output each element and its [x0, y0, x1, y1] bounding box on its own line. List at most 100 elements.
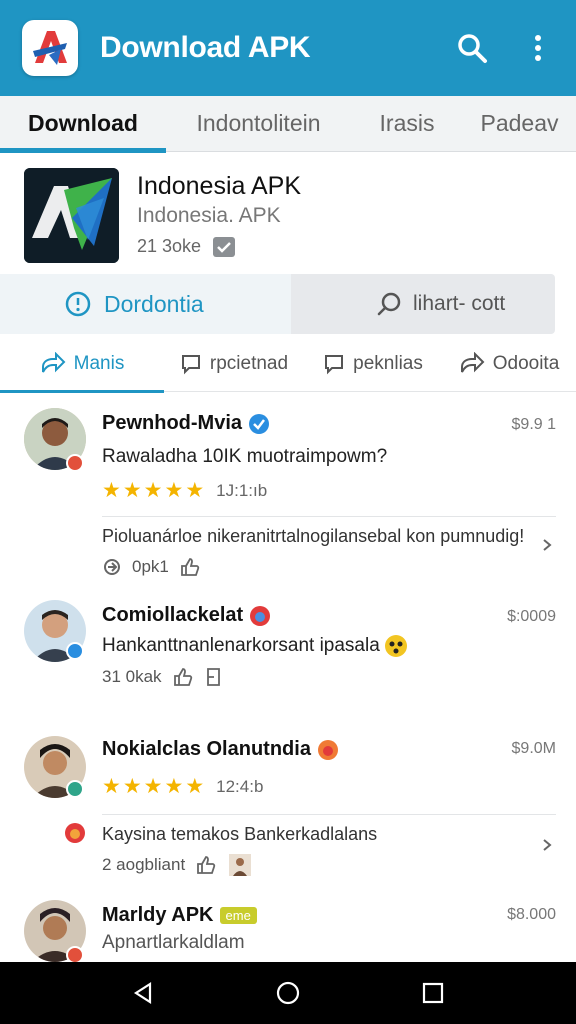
- app-header: Indonesia APK Indonesia. APK 21 3oke: [0, 152, 576, 274]
- reviewer-name-text: Nokialclas Olanutndia: [102, 738, 311, 760]
- review-date: $9.9 1: [511, 416, 556, 433]
- star-icon: ★: [102, 775, 121, 798]
- secondary-action-button[interactable]: lihart‑‎‎ ⁠‎‎‎‎‎‎cott: [291, 274, 555, 334]
- review-meta: 31 0kak: [102, 667, 162, 686]
- back-triangle-icon[interactable]: [123, 973, 163, 1013]
- reviewer-badge: eme: [219, 907, 257, 924]
- review-item: Marldy APK eme $8.000 Apnartlarkaldlam: [0, 894, 576, 962]
- reply-actions: 2 aogbliant: [102, 854, 252, 876]
- reply-text: Pioluanárloe nikeranitrtalnogilansebal k…: [102, 526, 525, 546]
- subtab-odooita[interactable]: Odooita: [442, 336, 576, 392]
- reviewer-name: Comiollackelat: [102, 604, 271, 627]
- review-item: Nokialclas Olanutndia $9.0M ★ ★ ★ ★ ★ 12…: [0, 726, 576, 896]
- avatar-badge: [66, 780, 84, 798]
- thumb-up-icon[interactable]: [172, 666, 194, 688]
- star-icon: ★: [143, 479, 163, 502]
- app-icon: [24, 168, 119, 263]
- star-icon: ★: [164, 775, 184, 798]
- person-thumbnail-icon: [229, 854, 252, 876]
- avatar-badge: [66, 642, 84, 660]
- review-item: Comiollackelat $:0009 Hankanttnanlenarko…: [0, 588, 576, 718]
- tab-padeav[interactable]: Padeav: [463, 96, 576, 152]
- star-icon: ★: [122, 479, 142, 502]
- app-subtitle: Indonesia. APK: [137, 204, 281, 227]
- star-rating: ★ ★ ★ ★ ★ 12:4:b: [102, 776, 263, 797]
- recents-square-icon[interactable]: [413, 973, 453, 1013]
- tab-indontolitein[interactable]: Indontolitein: [166, 96, 351, 152]
- secondary-action-label: lihart‑‎‎ ⁠‎‎‎‎‎‎cott: [413, 292, 506, 315]
- reviewer-name: Marldy APK eme: [102, 904, 257, 927]
- subtab-rpcietnad[interactable]: rpcietnad: [164, 336, 304, 392]
- review-time: 12:4:b: [216, 776, 264, 796]
- search-icon: [377, 292, 401, 316]
- check-icon: [213, 236, 236, 257]
- thumb-up-icon[interactable]: [195, 854, 219, 876]
- comment-icon: [325, 354, 344, 374]
- verified-badge-icon: [249, 413, 270, 434]
- avatar-badge: [66, 454, 84, 472]
- emoji-icon: [384, 635, 407, 657]
- chevron-right-icon[interactable]: [540, 838, 554, 852]
- app-name: Indonesia APK: [137, 172, 302, 200]
- emoji-badge-icon: [250, 605, 271, 626]
- app-bar: Download APK: [0, 0, 576, 96]
- star-icon: ★: [164, 479, 184, 502]
- reviewer-name: Nokialclas Olanutndia: [102, 738, 339, 761]
- review-text: Hankanttnanlenarkorsant ipasala: [102, 635, 380, 656]
- comment-icon: [181, 354, 200, 374]
- divider: [102, 814, 556, 815]
- review-time: 1J:1:ıb: [216, 480, 268, 500]
- reviewer-name-text: Pewnhod‑Mvia: [102, 412, 243, 434]
- app-logo-icon[interactable]: [22, 20, 78, 76]
- reply-text: Kaysina temakos Bankerkadlalans: [102, 824, 378, 844]
- subtab-label: Manis: [73, 352, 125, 374]
- system-nav-bar: [0, 962, 576, 1024]
- primary-action-label: Dordontia: [104, 290, 204, 317]
- review-text-row: Hankanttnanlenarkorsant ipasala: [102, 634, 408, 658]
- app-meta-text: 21 3oke: [137, 236, 202, 256]
- avatar-badge: [66, 946, 84, 962]
- search-icon[interactable]: [448, 24, 496, 72]
- app-title: Download APK: [100, 31, 311, 64]
- reviewer-name-text: Comiollackelat: [102, 604, 244, 626]
- subtab-manis[interactable]: Manis: [0, 336, 164, 393]
- thumb-up-icon[interactable]: [179, 556, 201, 578]
- subtab-label: peknlias: [353, 352, 423, 374]
- subtab-label: rpcietnad: [209, 352, 289, 374]
- forward-icon: [460, 351, 485, 372]
- home-circle-icon[interactable]: [268, 973, 308, 1013]
- reviewer-name-text: Marldy APK: [102, 904, 214, 926]
- star-rating: ★ ★ ★ ★ ★ 1J:1:ıb: [102, 480, 267, 501]
- review-date: $:0009: [507, 608, 556, 625]
- star-icon: ★: [102, 479, 121, 502]
- share-icon: [41, 351, 66, 372]
- star-icon: ★: [143, 775, 163, 798]
- top-tabs: Download Indontolitein Irasis Padeav: [0, 96, 576, 153]
- subtab-peknlias[interactable]: peknlias: [304, 336, 442, 392]
- review-text: Rawaladha 10IK muotraimpowm?: [102, 446, 388, 467]
- tab-download[interactable]: Download: [0, 96, 166, 153]
- app-meta: 21 3oke: [137, 236, 236, 257]
- review-date: $9.0M: [511, 740, 556, 757]
- reply-actions: 0pk1: [102, 556, 201, 578]
- divider: [102, 516, 556, 517]
- review-item: Pewnhod‑Mvia $9.9 1 Rawaladha 10IK muotr…: [0, 392, 576, 576]
- star-icon: ★: [122, 775, 142, 798]
- chevron-right-icon[interactable]: [540, 538, 554, 552]
- sub-tabs: Manis rpcietnad peknlias Odooita: [0, 336, 576, 393]
- reply-meta: 2 aogbliant: [102, 855, 186, 874]
- flag-icon[interactable]: [204, 667, 224, 687]
- star-icon: ★: [185, 775, 205, 798]
- review-text: Apnartlarkaldlam: [102, 932, 245, 953]
- review-date: $8.000: [507, 906, 556, 923]
- tab-irasis[interactable]: Irasis: [351, 96, 463, 152]
- more-vert-icon[interactable]: [514, 24, 562, 72]
- subtab-label: Odooita: [492, 352, 560, 374]
- action-row: Dordontia lihart‑‎‎ ⁠‎‎‎‎‎‎cott: [0, 274, 576, 336]
- primary-action-button[interactable]: Dordontia: [0, 274, 291, 334]
- reaction-icon: [65, 823, 85, 843]
- review-actions: 31 0kak: [102, 666, 224, 688]
- share-icon[interactable]: [102, 557, 122, 577]
- emoji-badge-icon: [317, 739, 338, 760]
- info-icon: [65, 291, 91, 317]
